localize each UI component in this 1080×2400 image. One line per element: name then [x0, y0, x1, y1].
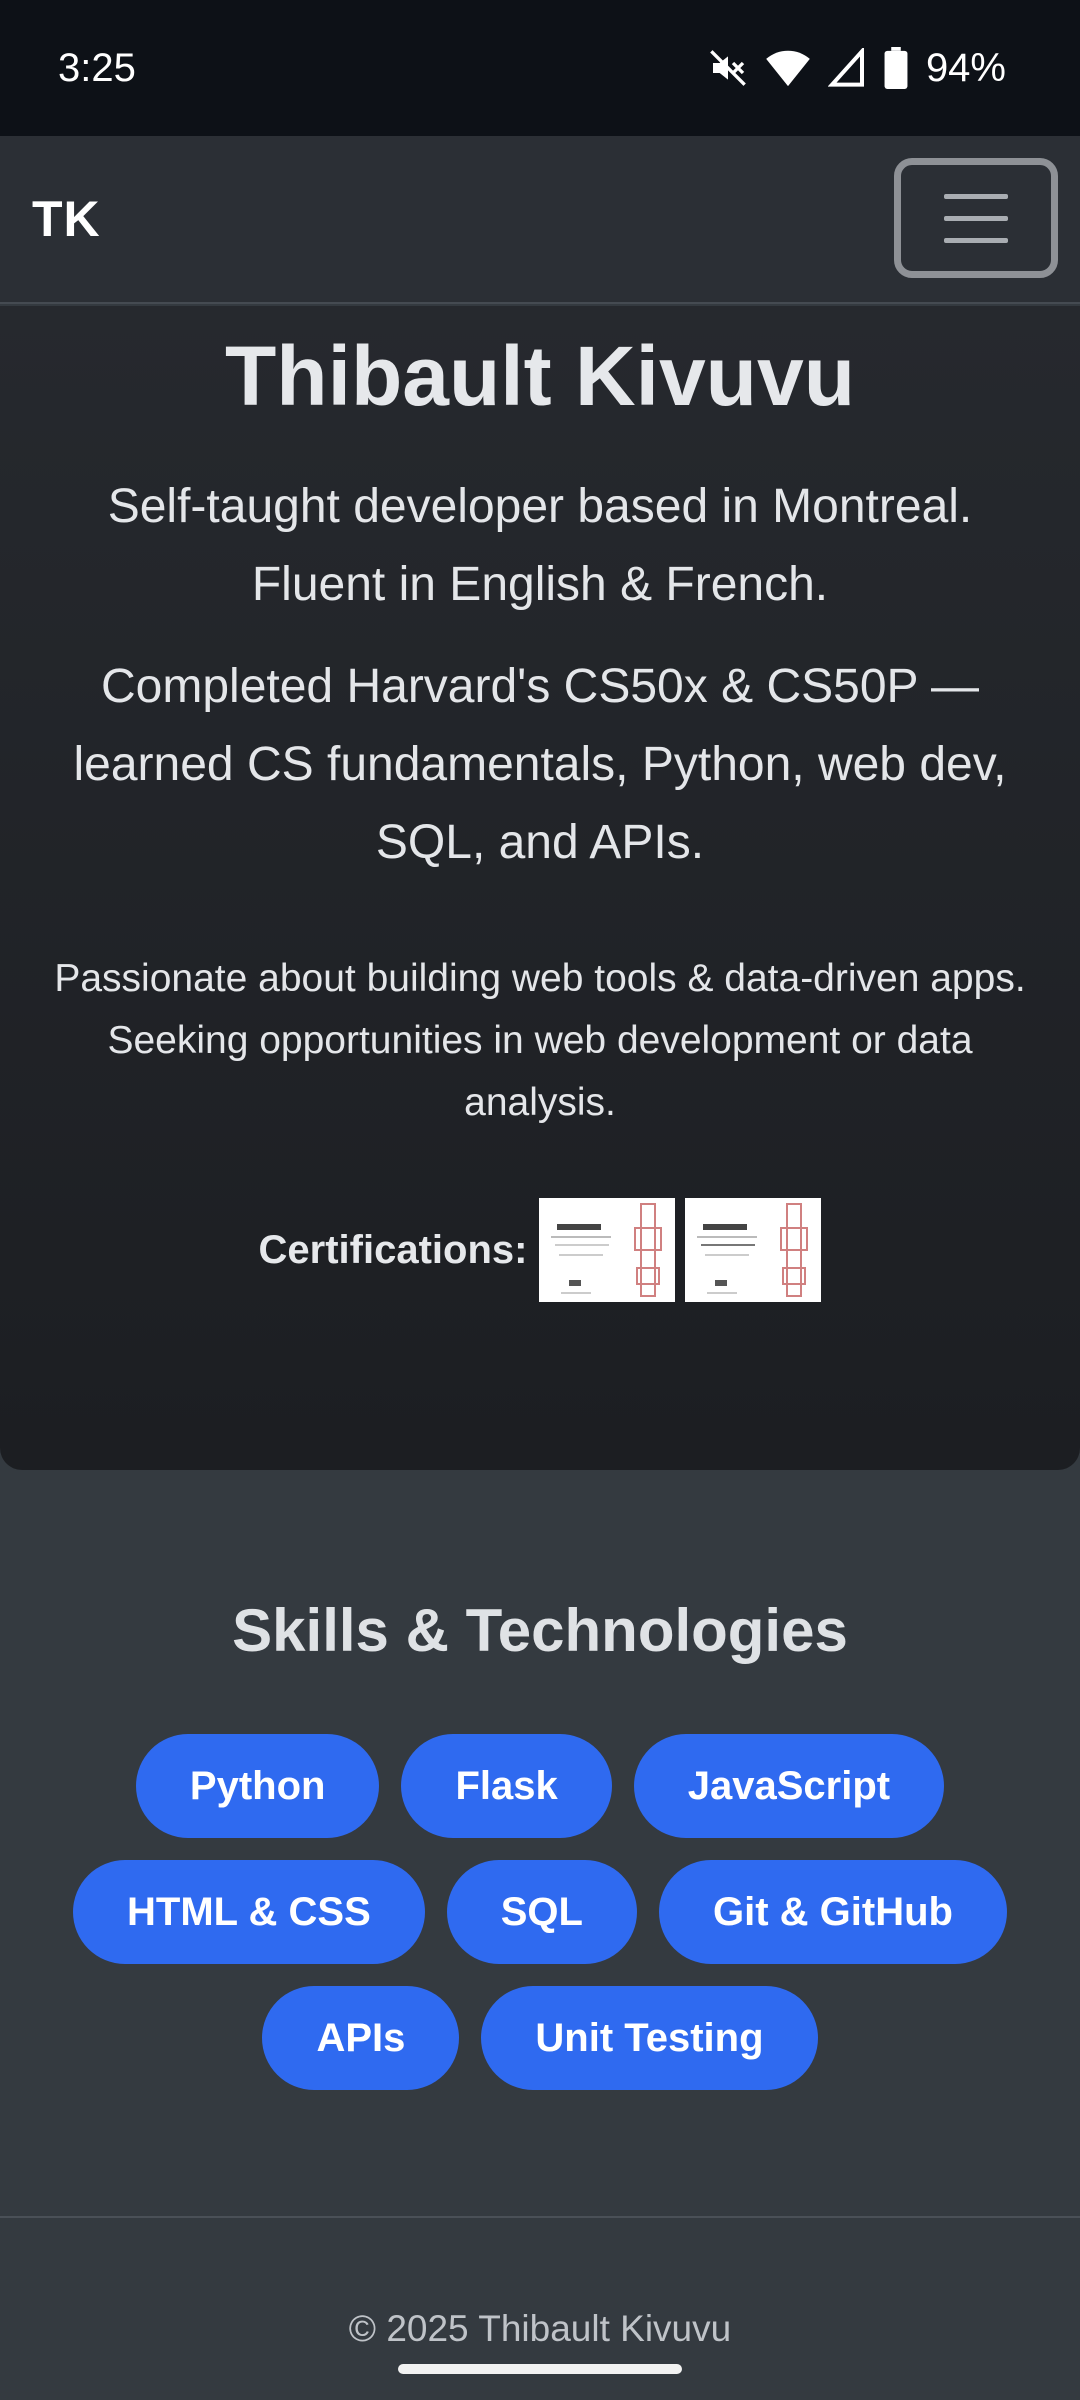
skill-pill: Unit Testing — [481, 1986, 818, 2090]
skill-pill: JavaScript — [633, 1734, 945, 1838]
skill-pill: SQL — [446, 1860, 637, 1964]
hero-lead-education: Completed Harvard's CS50x & CS50P — lear… — [73, 660, 1007, 869]
hero-lead-location: Self-taught developer based in Montreal.… — [107, 480, 973, 611]
battery-percent: 94% — [925, 45, 1006, 90]
skills-title: Skills & Technologies — [232, 1597, 848, 1664]
brand-logo[interactable]: TK — [32, 190, 101, 248]
wifi-icon — [766, 48, 810, 88]
navbar: TK — [0, 136, 1080, 304]
footer-copyright: © 2025 Thibault Kivuvu — [348, 2308, 732, 2349]
signal-icon — [827, 48, 866, 88]
status-time: 3:25 — [58, 45, 136, 90]
certifications: Certifications: — [0, 1198, 1080, 1302]
skill-pill: Flask — [401, 1734, 612, 1838]
hamburger-icon-bar — [944, 215, 1008, 221]
skills-row: Python Flask JavaScript — [0, 1734, 1080, 1838]
skills-row: HTML & CSS SQL Git & GitHub — [0, 1860, 1080, 1964]
status-icons: 94% — [708, 46, 1006, 91]
hero-paragraph: Passionate about building web tools & da… — [54, 957, 1026, 1124]
skill-pill: HTML & CSS — [73, 1860, 425, 1964]
hero-section: Thibault Kivuvu Self-taught developer ba… — [0, 306, 1080, 1470]
skill-pill: APIs — [262, 1986, 460, 2090]
certificate-thumbnail-cs50x[interactable] — [539, 1198, 676, 1302]
skill-pill: Git & GitHub — [658, 1860, 1007, 1964]
menu-toggle-button[interactable] — [894, 158, 1058, 278]
skill-pill: Python — [135, 1734, 380, 1838]
certifications-label: Certifications: — [258, 1227, 528, 1272]
status-bar: 3:25 94% — [0, 0, 1080, 136]
skills-row: APIs Unit Testing — [0, 1986, 1080, 2090]
hero-title: Thibault Kivuvu — [225, 329, 855, 423]
home-indicator[interactable] — [398, 2364, 682, 2374]
mute-icon — [708, 48, 748, 88]
certificate-thumbnail-cs50p[interactable] — [685, 1198, 822, 1302]
battery-icon — [884, 47, 908, 89]
hamburger-icon — [944, 193, 1008, 199]
hamburger-icon-bar — [944, 237, 1008, 243]
